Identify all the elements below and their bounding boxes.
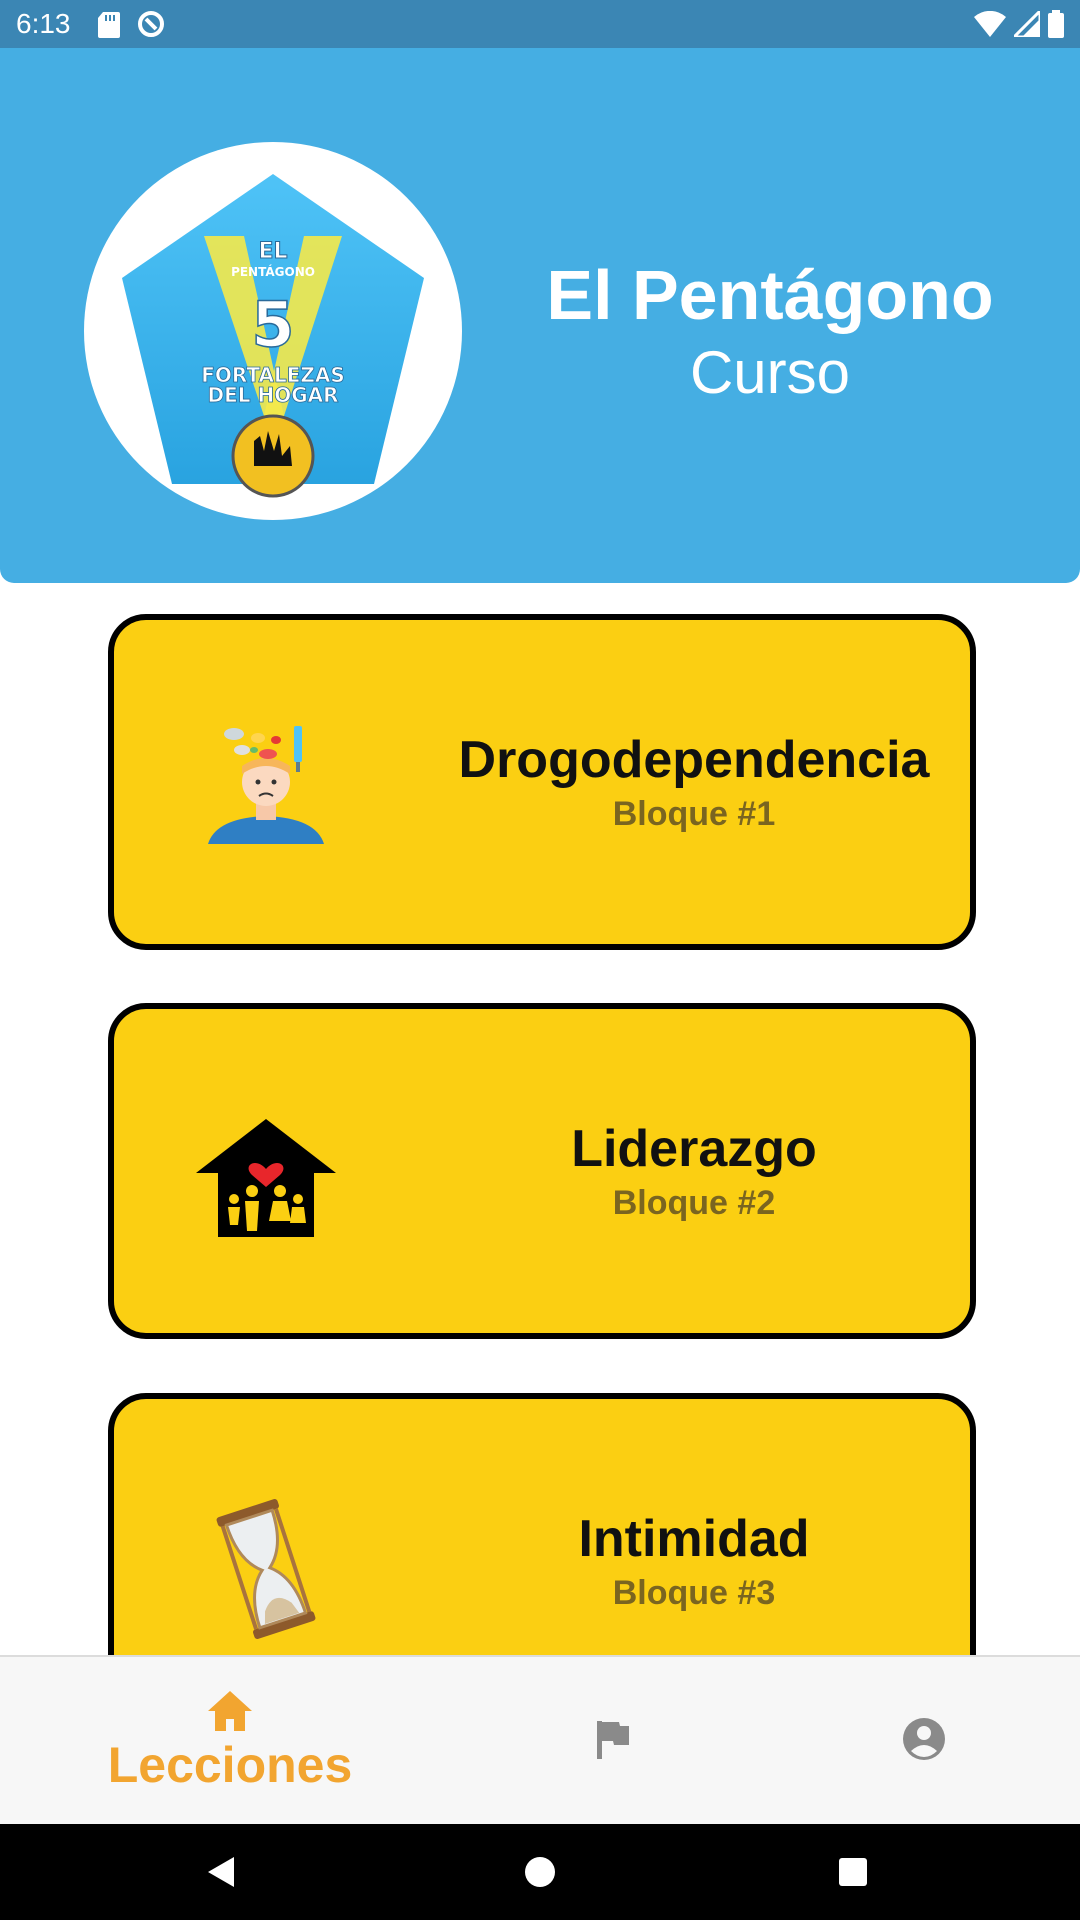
lesson-title: Intimidad bbox=[578, 1510, 810, 1568]
system-navigation-bar bbox=[0, 1824, 1080, 1920]
status-time: 6:13 bbox=[16, 8, 71, 39]
course-title: El Pentágono bbox=[546, 256, 994, 334]
recents-button[interactable] bbox=[838, 1824, 868, 1920]
hourglass-icon bbox=[196, 1499, 336, 1639]
sd-card-icon bbox=[98, 12, 120, 43]
sync-icon bbox=[137, 10, 165, 43]
app-screen: 6:13 EL PENTÁGONO 5 FORTALEZAS DEL HOGAR… bbox=[0, 0, 1080, 1920]
nav-lecciones-label: Lecciones bbox=[107, 1737, 353, 1793]
svg-text:DEL HOGAR: DEL HOGAR bbox=[207, 383, 338, 407]
family-house-icon bbox=[196, 1109, 336, 1249]
nav-profile-tab[interactable] bbox=[902, 1657, 948, 1826]
home-icon bbox=[208, 1691, 252, 1736]
lesson-card-liderazgo[interactable]: Liderazgo Bloque #2 bbox=[108, 1003, 976, 1339]
lesson-title: Drogodependencia bbox=[458, 731, 930, 789]
signal-icon bbox=[1010, 7, 1042, 42]
pentagon-logo-icon: EL PENTÁGONO 5 FORTALEZAS DEL HOGAR bbox=[122, 174, 424, 498]
svg-text:PENTÁGONO: PENTÁGONO bbox=[231, 264, 315, 279]
nav-lecciones-tab[interactable]: Lecciones bbox=[90, 1657, 370, 1826]
status-bar: 6:13 bbox=[0, 0, 1080, 48]
status-right-icons bbox=[974, 7, 1064, 43]
battery-icon bbox=[1048, 10, 1064, 43]
bottom-navigation: Lecciones bbox=[0, 1655, 1080, 1826]
account-circle-icon bbox=[902, 1717, 946, 1766]
course-header: EL PENTÁGONO 5 FORTALEZAS DEL HOGAR El P… bbox=[0, 48, 1080, 583]
lesson-block: Bloque #2 bbox=[612, 1184, 776, 1222]
lesson-title: Liderazgo bbox=[571, 1120, 817, 1178]
course-subtitle: Curso bbox=[689, 339, 851, 406]
lesson-block: Bloque #1 bbox=[612, 795, 776, 833]
lesson-card-drogodependencia[interactable]: Drogodependencia Bloque #1 bbox=[108, 614, 976, 950]
drug-dependence-icon bbox=[196, 720, 336, 860]
svg-text:5: 5 bbox=[251, 288, 294, 361]
lesson-block: Bloque #3 bbox=[612, 1574, 776, 1612]
svg-text:EL: EL bbox=[258, 239, 287, 264]
wifi-icon bbox=[974, 10, 1006, 42]
course-logo: EL PENTÁGONO 5 FORTALEZAS DEL HOGAR bbox=[84, 142, 462, 520]
nav-flag-tab[interactable] bbox=[595, 1657, 639, 1826]
flag-icon bbox=[595, 1719, 631, 1764]
back-button[interactable] bbox=[206, 1824, 236, 1920]
home-button[interactable] bbox=[524, 1824, 556, 1920]
